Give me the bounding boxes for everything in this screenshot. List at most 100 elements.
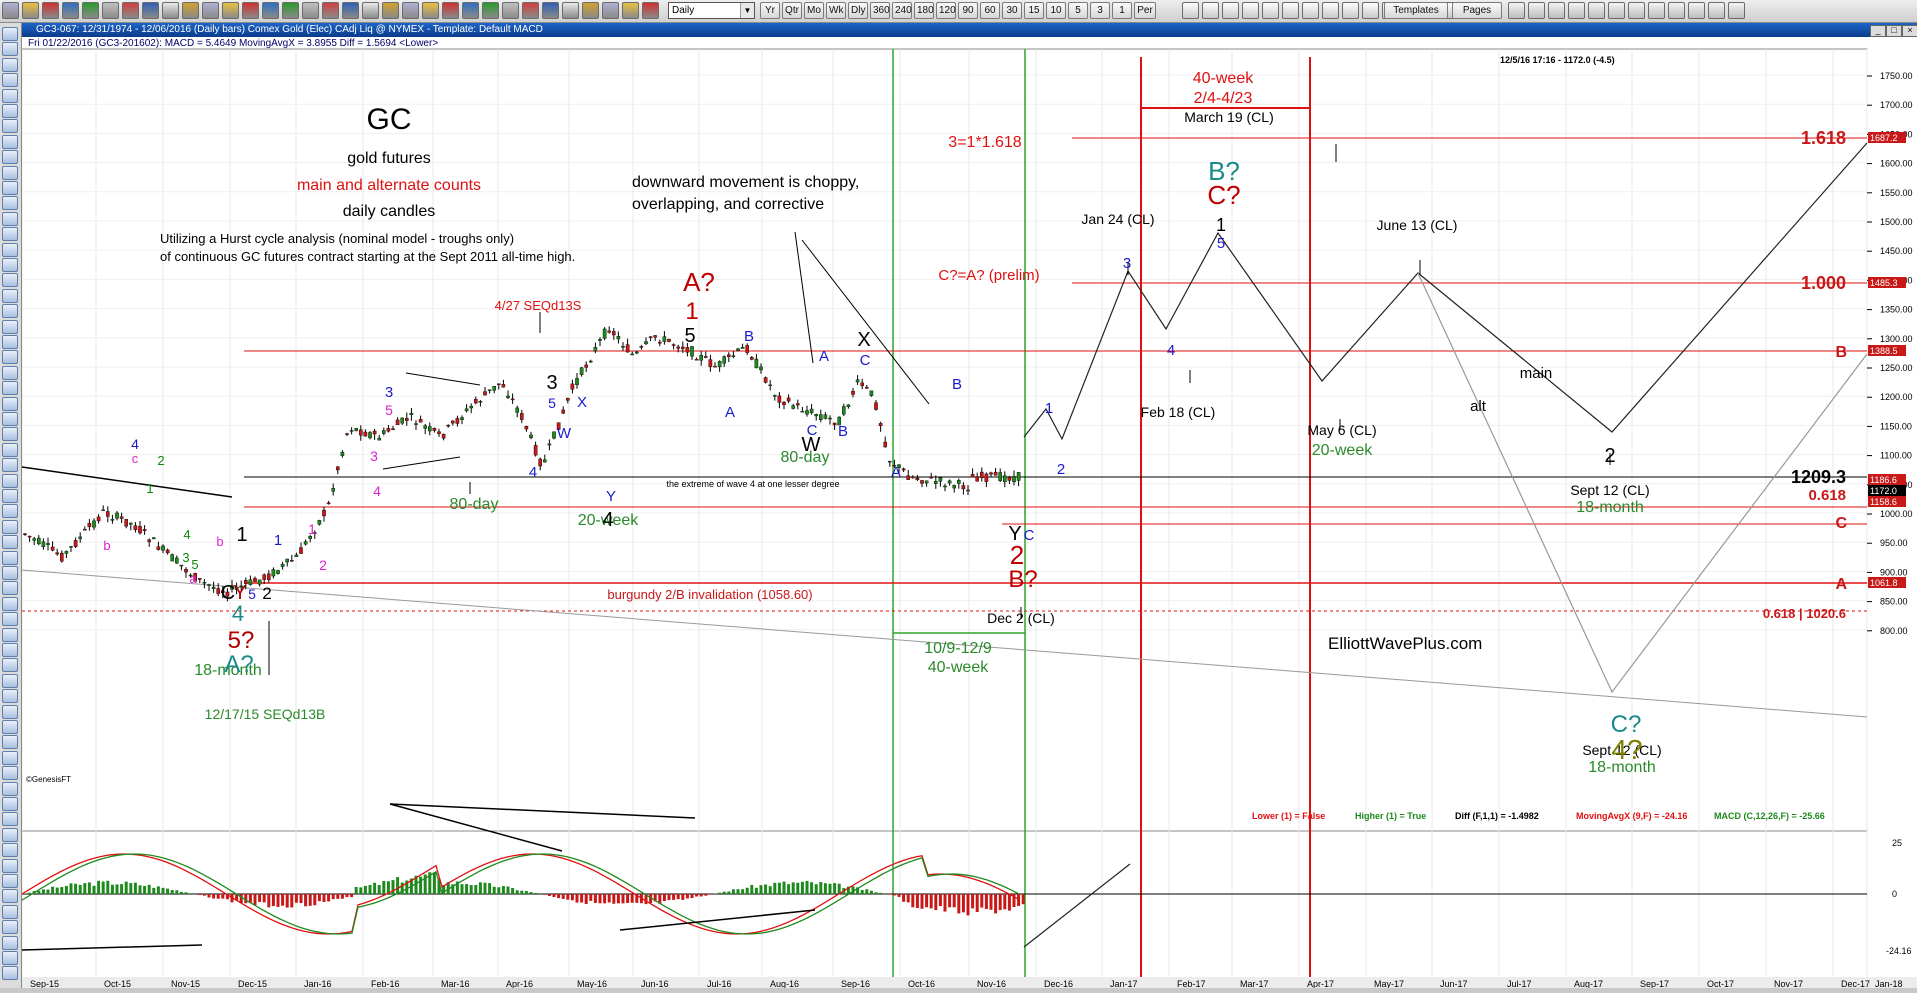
toolbar-tool-icon[interactable]: [102, 2, 119, 19]
drawing-tool-icon[interactable]: [2, 874, 18, 888]
timeframe-button-10[interactable]: 10: [1046, 2, 1066, 19]
drawing-tool-icon[interactable]: [2, 520, 18, 534]
timeframe-button-120[interactable]: 120: [936, 2, 956, 19]
toolbar-tool-icon[interactable]: [262, 2, 279, 19]
drawing-tool-icon[interactable]: [1688, 2, 1705, 19]
drawing-tool-icon[interactable]: [2, 628, 18, 642]
drawing-tool-icon[interactable]: [2, 735, 18, 749]
timeframe-button-180[interactable]: 180: [914, 2, 934, 19]
toolbar-tool-icon[interactable]: [382, 2, 399, 19]
toolbar-tool-icon[interactable]: [302, 2, 319, 19]
timeframe-button-3[interactable]: 3: [1090, 2, 1110, 19]
toolbar-tool-icon[interactable]: [322, 2, 339, 19]
drawing-tool-icon[interactable]: [2, 859, 18, 873]
drawing-tool-icon[interactable]: [2, 227, 18, 241]
drawing-tool-icon[interactable]: [2, 782, 18, 796]
drawing-tool-icon[interactable]: [2, 273, 18, 287]
drawing-tool-icon[interactable]: [2, 212, 18, 226]
chart-style-icon[interactable]: [1182, 2, 1199, 19]
timeframe-button-qtr[interactable]: Qtr: [782, 2, 802, 19]
toolbar-tool-icon[interactable]: [562, 2, 579, 19]
drawing-tool-icon[interactable]: [2, 535, 18, 549]
minimize-button[interactable]: _: [1870, 25, 1886, 37]
toolbar-tool-icon[interactable]: [362, 2, 379, 19]
drawing-tool-icon[interactable]: [1648, 2, 1665, 19]
templates-button[interactable]: Templates: [1384, 2, 1448, 19]
toolbar-tool-icon[interactable]: [182, 2, 199, 19]
drawing-tool-icon[interactable]: [2, 504, 18, 518]
drawing-tool-icon[interactable]: [2, 73, 18, 87]
drawing-tool-icon[interactable]: [2, 119, 18, 133]
drawing-tool-icon[interactable]: [2, 705, 18, 719]
drawing-tool-icon[interactable]: [2, 320, 18, 334]
toolbar-tool-icon[interactable]: [62, 2, 79, 19]
drawing-tool-icon[interactable]: [2, 335, 18, 349]
chart-style-icon[interactable]: [1262, 2, 1279, 19]
interval-select[interactable]: Daily▼: [668, 2, 755, 19]
chart-style-icon[interactable]: [1362, 2, 1379, 19]
timeframe-button-wk[interactable]: Wk: [826, 2, 846, 19]
chart-canvas[interactable]: 1750.001700.001650.001600.001550.001500.…: [22, 37, 1917, 988]
toolbar-tool-icon[interactable]: [142, 2, 159, 19]
drawing-tool-icon[interactable]: [2, 612, 18, 626]
timeframe-button-per[interactable]: Per: [1134, 2, 1156, 19]
toolbar-tool-icon[interactable]: [502, 2, 519, 19]
drawing-tool-icon[interactable]: [1668, 2, 1685, 19]
toolbar-tool-icon[interactable]: [642, 2, 659, 19]
toolbar-tool-icon[interactable]: [282, 2, 299, 19]
drawing-tool-icon[interactable]: [2, 350, 18, 364]
toolbar-tool-icon[interactable]: [2, 2, 19, 19]
toolbar-tool-icon[interactable]: [602, 2, 619, 19]
timeframe-button-1[interactable]: 1: [1112, 2, 1132, 19]
chart-style-icon[interactable]: [1322, 2, 1339, 19]
pages-button[interactable]: Pages: [1452, 2, 1502, 19]
toolbar-tool-icon[interactable]: [542, 2, 559, 19]
drawing-tool-icon[interactable]: [1528, 2, 1545, 19]
timeframe-button-5[interactable]: 5: [1068, 2, 1088, 19]
drawing-tool-icon[interactable]: [2, 474, 18, 488]
timeframe-button-360[interactable]: 360: [870, 2, 890, 19]
drawing-tool-icon[interactable]: [1608, 2, 1625, 19]
drawing-tool-icon[interactable]: [2, 58, 18, 72]
drawing-tool-icon[interactable]: [2, 366, 18, 380]
maximize-button[interactable]: □: [1886, 25, 1902, 37]
drawing-tool-icon[interactable]: [2, 966, 18, 980]
drawing-tool-icon[interactable]: [1588, 2, 1605, 19]
drawing-tool-icon[interactable]: [2, 566, 18, 580]
drawing-tool-icon[interactable]: [2, 304, 18, 318]
toolbar-tool-icon[interactable]: [622, 2, 639, 19]
chart-style-icon[interactable]: [1202, 2, 1219, 19]
drawing-tool-icon[interactable]: [2, 89, 18, 103]
drawing-tool-icon[interactable]: [2, 458, 18, 472]
toolbar-tool-icon[interactable]: [462, 2, 479, 19]
drawing-tool-icon[interactable]: [2, 427, 18, 441]
drawing-tool-icon[interactable]: [2, 843, 18, 857]
toolbar-tool-icon[interactable]: [442, 2, 459, 19]
drawing-tool-icon[interactable]: [1548, 2, 1565, 19]
drawing-tool-icon[interactable]: [2, 551, 18, 565]
drawing-tool-icon[interactable]: [2, 489, 18, 503]
toolbar-tool-icon[interactable]: [202, 2, 219, 19]
timeframe-button-30[interactable]: 30: [1002, 2, 1022, 19]
drawing-tool-icon[interactable]: [2, 581, 18, 595]
drawing-tool-icon[interactable]: [2, 443, 18, 457]
toolbar-tool-icon[interactable]: [402, 2, 419, 19]
drawing-tool-icon[interactable]: [2, 597, 18, 611]
drawing-tool-icon[interactable]: [2, 181, 18, 195]
toolbar-tool-icon[interactable]: [582, 2, 599, 19]
drawing-tool-icon[interactable]: [2, 289, 18, 303]
drawing-tool-icon[interactable]: [2, 658, 18, 672]
close-button[interactable]: ×: [1902, 25, 1917, 37]
toolbar-tool-icon[interactable]: [122, 2, 139, 19]
drawing-tool-icon[interactable]: [2, 936, 18, 950]
drawing-tool-icon[interactable]: [2, 828, 18, 842]
chart-style-icon[interactable]: [1242, 2, 1259, 19]
toolbar-tool-icon[interactable]: [342, 2, 359, 19]
timeframe-button-dly[interactable]: Dly: [848, 2, 868, 19]
drawing-tool-icon[interactable]: [2, 797, 18, 811]
chart-style-icon[interactable]: [1282, 2, 1299, 19]
chart-style-icon[interactable]: [1302, 2, 1319, 19]
toolbar-tool-icon[interactable]: [242, 2, 259, 19]
drawing-tool-icon[interactable]: [2, 243, 18, 257]
drawing-tool-icon[interactable]: [2, 643, 18, 657]
